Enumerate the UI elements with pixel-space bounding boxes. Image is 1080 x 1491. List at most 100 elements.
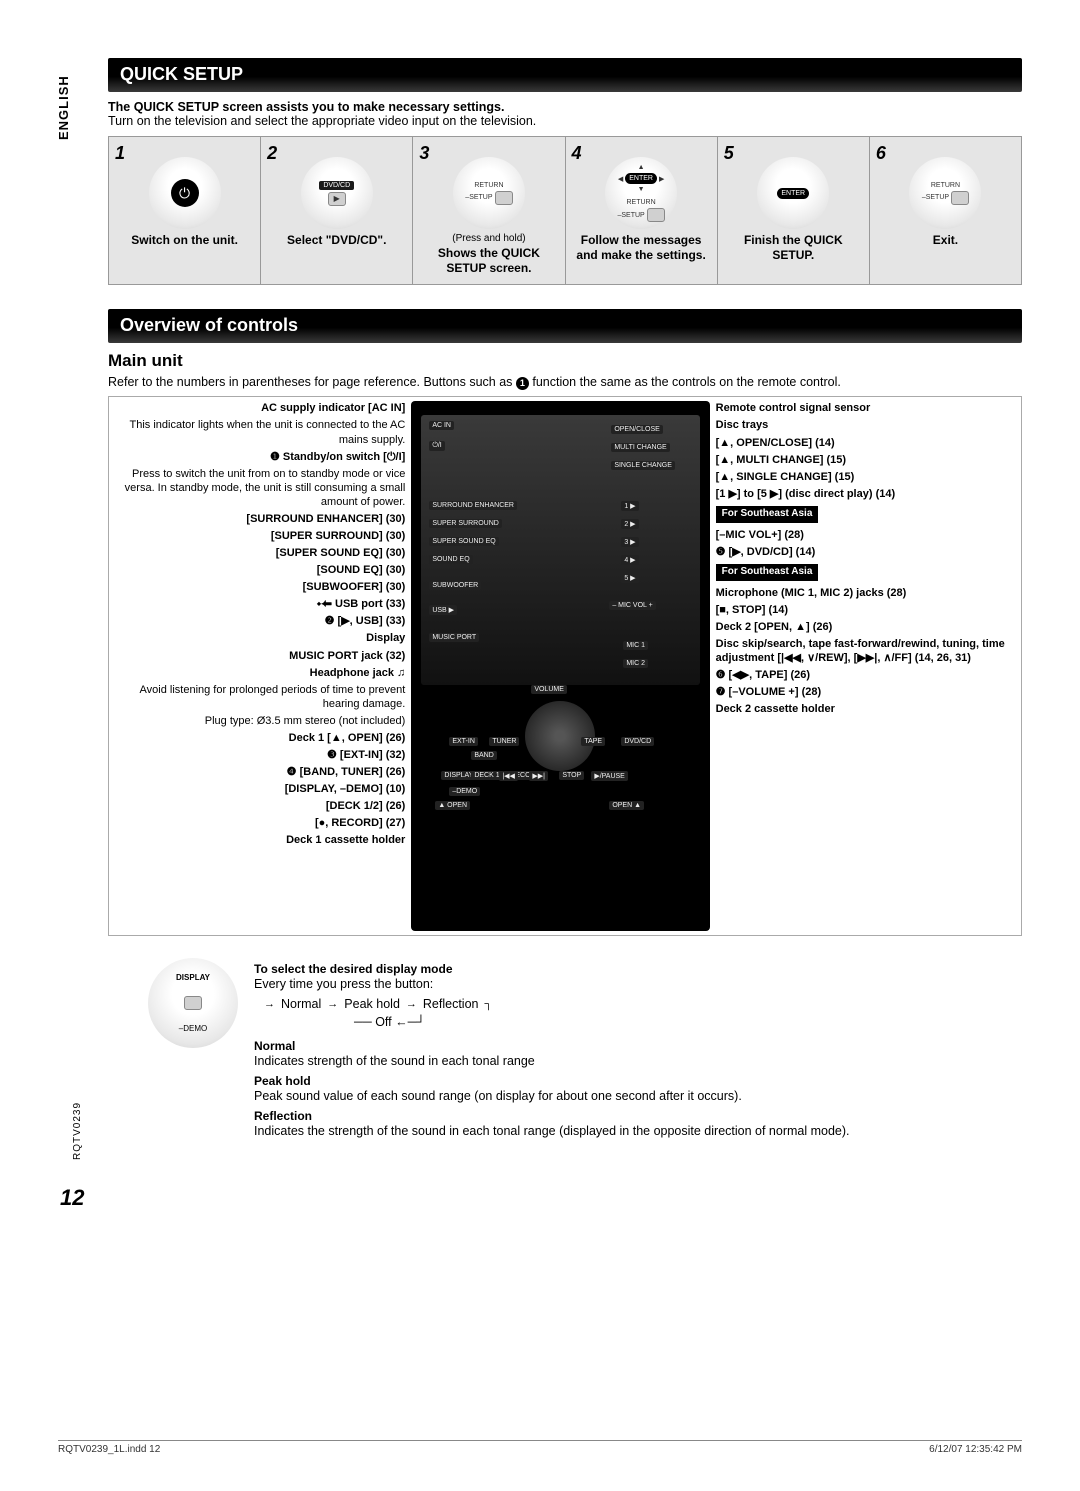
callout-left: ❸ [EXT-IN] (32) (113, 748, 405, 762)
callout-left: ❹ [BAND, TUNER] (26) (113, 765, 405, 779)
unit-label: SOUND EQ (429, 555, 472, 564)
callout-left: MUSIC PORT jack (32) (113, 649, 405, 663)
callout-left: Deck 1 [▲, OPEN] (26) (113, 731, 405, 745)
quick-setup-lead: Turn on the television and select the ap… (108, 114, 1022, 128)
unit-label: ▶/PAUSE (591, 771, 628, 781)
main-unit-graphic: AC IN⏻/IOPEN/CLOSEMULTI CHANGESINGLE CHA… (411, 401, 709, 931)
quick-setup-step-1: 1⏻Switch on the unit. (109, 137, 261, 284)
main-unit-diagram: AC supply indicator [AC IN] This indicato… (108, 396, 1022, 936)
unit-label: SUBWOOFER (429, 581, 481, 590)
callout-right: ❺ [▶, DVD/CD] (14) (716, 545, 1017, 559)
footer-right: 6/12/07 12:35:42 PM (929, 1444, 1022, 1455)
unit-label: TAPE (581, 737, 605, 746)
callout-right: Remote control signal sensor (716, 401, 1017, 415)
play-icon: ▶ (328, 192, 346, 206)
callout-right: For Southeast Asia (716, 562, 1017, 583)
section-title-overview: Overview of controls (108, 309, 1022, 343)
quick-setup-step-6: 6RETURN–SETUPExit. (870, 137, 1021, 284)
enter-button-icon: ENTER (625, 173, 657, 184)
mode-desc: Indicates the strength of the sound in e… (254, 1123, 1022, 1140)
mode-name: Normal (254, 1039, 1022, 1053)
callout-right: ❼ [–VOLUME +] (28) (716, 685, 1017, 699)
unit-label: USB ▶ (429, 605, 457, 615)
right-callouts: Remote control signal sensor Disc trays [▲… (710, 401, 1017, 719)
display-mode-heading: To select the desired display mode (254, 962, 1022, 976)
callout-right: Deck 2 cassette holder (716, 702, 1017, 716)
callout-left: This indicator lights when the unit is c… (113, 418, 405, 446)
unit-label: SUPER SURROUND (429, 519, 502, 528)
display-mode-cycle: → Normal → Peak hold → Reflection ┐ (264, 997, 1022, 1011)
unit-label: 4 ▶ (621, 555, 638, 565)
callout-right: [▲, MULTI CHANGE] (15) (716, 453, 1017, 467)
unit-label: |◀◀ (499, 771, 518, 781)
section-title-quick-setup: QUICK SETUP (108, 58, 1022, 92)
step-button-graphic: ▲◀ENTER▶▼RETURN–SETUP (605, 157, 677, 229)
display-demo-button-graphic: DISPLAY –DEMO (148, 958, 238, 1048)
unit-label: MIC 2 (623, 659, 648, 668)
callout-left: Headphone jack ♫ (113, 666, 405, 680)
unit-label: 5 ▶ (621, 573, 638, 583)
unit-label: ▶▶| (529, 771, 548, 781)
callout-right: Deck 2 [OPEN, ▲] (26) (716, 620, 1017, 634)
unit-label: ⏻/I (429, 441, 444, 451)
unit-label: –DEMO (449, 787, 480, 796)
unit-label: ▲ OPEN (435, 801, 470, 810)
unit-label: EXT-IN (449, 737, 478, 746)
callout-left: [SUBWOOFER] (30) (113, 580, 405, 594)
callout-right: ❻ [◀▶, TAPE] (26) (716, 668, 1017, 682)
mode-desc: Indicates strength of the sound in each … (254, 1053, 1022, 1070)
callout-right: Microphone (MIC 1, MIC 2) jacks (28) (716, 586, 1017, 600)
unit-label: 1 ▶ (621, 501, 638, 511)
overview-section: Overview of controls Main unit Refer to … (108, 309, 1022, 1144)
quick-setup-section: QUICK SETUP The QUICK SETUP screen assis… (108, 58, 1022, 285)
callout-right: Disc skip/search, tape fast-forward/rewi… (716, 637, 1017, 665)
unit-label: 3 ▶ (621, 537, 638, 547)
callout-left: AC supply indicator [AC IN] (113, 401, 405, 415)
callout-left: [●, RECORD] (27) (113, 816, 405, 830)
callout-left: ⬩⬅ USB port (33) (113, 597, 405, 611)
unit-label: SURROUND ENHANCER (429, 501, 517, 510)
step-button-graphic: DVD/CD▶ (301, 157, 373, 229)
power-icon: ⏻ (171, 179, 199, 207)
quick-setup-lead-bold: The QUICK SETUP screen assists you to ma… (108, 100, 1022, 114)
language-tab: ENGLISH (56, 75, 71, 140)
volume-knob-graphic (525, 701, 595, 771)
unit-label: MULTI CHANGE (611, 443, 669, 452)
doc-code-side: RQTV0239 (72, 1102, 83, 1160)
demo-btn-graphic (184, 996, 202, 1010)
unit-label: AC IN (429, 421, 454, 430)
quick-setup-step-2: 2DVD/CD▶Select "DVD/CD". (261, 137, 413, 284)
callout-right: For Southeast Asia (716, 504, 1017, 525)
callout-right: [▲, SINGLE CHANGE] (15) (716, 470, 1017, 484)
step-button-graphic: RETURN–SETUP (909, 157, 981, 229)
callout-left: [DECK 1/2] (26) (113, 799, 405, 813)
unit-label: MUSIC PORT (429, 633, 479, 642)
unit-label: STOP (559, 771, 584, 780)
unit-label: DVD/CD (621, 737, 654, 746)
region-tag: For Southeast Asia (716, 506, 819, 523)
left-callouts: AC supply indicator [AC IN] This indicato… (113, 401, 411, 850)
quick-setup-step-5: 5ENTERFinish the QUICK SETUP. (718, 137, 870, 284)
step-button-graphic: ⏻ (149, 157, 221, 229)
manual-page: ENGLISH RQTV0239 12 QUICK SETUP The QUIC… (0, 0, 1080, 1491)
callout-right: [■, STOP] (14) (716, 603, 1017, 617)
unit-label: 2 ▶ (621, 519, 638, 529)
step-button-graphic: RETURN–SETUP (453, 157, 525, 229)
callout-left: [SOUND EQ] (30) (113, 563, 405, 577)
unit-label: – MIC VOL + (609, 601, 655, 610)
footer-left: RQTV0239_1L.indd 12 (58, 1444, 160, 1455)
unit-label: TUNER (489, 737, 519, 746)
overview-desc: Refer to the numbers in parentheses for … (108, 374, 1022, 390)
callout-right: Disc trays (716, 418, 1017, 432)
mode-desc: Peak sound value of each sound range (on… (254, 1088, 1022, 1105)
callout-left: Display (113, 631, 405, 645)
enter-button-icon: ENTER (777, 188, 809, 199)
callout-right: [–MIC VOL+] (28) (716, 528, 1017, 542)
unit-label: BAND (471, 751, 496, 760)
callout-left: ❶ Standby/on switch [⏻/I] (113, 450, 405, 464)
unit-label: OPEN ▲ (609, 801, 644, 810)
callout-left: Plug type: Ø3.5 mm stereo (not included) (113, 714, 405, 728)
unit-label: SUPER SOUND EQ (429, 537, 498, 546)
unit-label: MIC 1 (623, 641, 648, 650)
callout-left: [SUPER SOUND EQ] (30) (113, 546, 405, 560)
